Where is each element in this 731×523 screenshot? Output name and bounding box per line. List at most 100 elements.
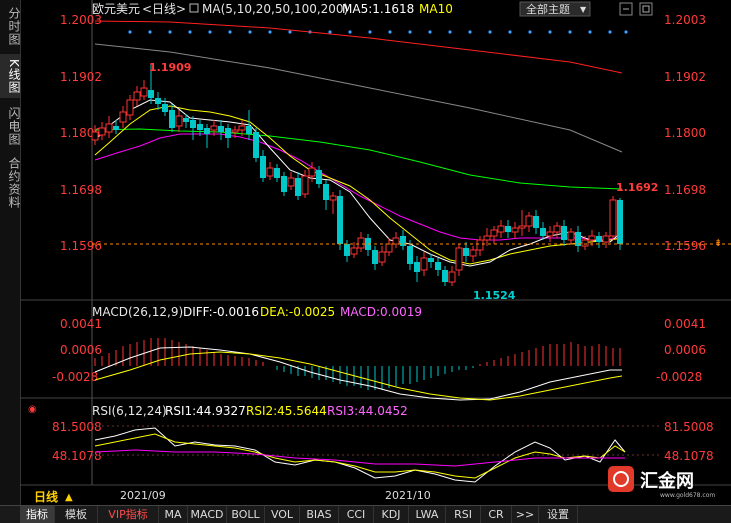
candle-body	[455, 247, 463, 271]
macd-axis-right-0: 0.0041	[664, 317, 706, 331]
candle-body	[238, 125, 246, 131]
ma10-value: MA10	[419, 2, 453, 16]
rsi-axis-left-1: 48.1078	[52, 449, 102, 463]
signal-dot	[588, 30, 592, 34]
more-tabs-button[interactable]: >>	[512, 506, 539, 523]
tab-indicators[interactable]: 指标	[20, 506, 55, 523]
last-price-marker-icon: ⇟	[714, 238, 722, 249]
rsi3-value: RSI3:44.0452	[327, 404, 408, 418]
candle-body	[372, 250, 378, 264]
rsi-axis-right-0: 81.5008	[664, 420, 714, 434]
tab-rsi[interactable]: RSI	[446, 506, 481, 523]
macd-axis-left-1: 0.0006	[60, 343, 102, 357]
candle-body	[210, 125, 218, 131]
tab-kline[interactable]: K线图	[0, 54, 21, 98]
macd-title: MACD(26,12,9)	[92, 305, 183, 319]
tab-timeshare[interactable]: 分时图	[0, 4, 21, 48]
candle-body	[476, 239, 484, 251]
tab-lwa[interactable]: LWA	[409, 506, 446, 523]
signal-dot	[528, 30, 532, 34]
tab-vip-indicators[interactable]: VIP指标	[98, 506, 159, 523]
signal-dot	[368, 30, 372, 34]
candle-body	[119, 111, 127, 123]
candle-body	[435, 262, 441, 270]
brand-logo: 汇金网 www.gold678.com	[608, 466, 715, 499]
tab-flash-chart[interactable]: 闪电图	[0, 104, 21, 148]
price-axis-left-4: 1.1596	[60, 239, 102, 253]
tab-ma[interactable]: MA	[159, 506, 188, 523]
tab-cci[interactable]: CCI	[339, 506, 374, 523]
candle-body	[91, 131, 99, 141]
candle-body	[295, 178, 301, 196]
theme-button-label: 全部主题	[526, 2, 570, 16]
candle-body	[469, 249, 477, 257]
rsi2-line	[94, 433, 626, 479]
signal-dot	[348, 30, 352, 34]
candle-body	[428, 258, 434, 262]
signal-dot	[428, 30, 432, 34]
chevron-up-icon[interactable]: ▲	[65, 492, 73, 503]
candle-body	[175, 115, 183, 127]
tab-kdj[interactable]: KDJ	[374, 506, 409, 523]
signal-dot	[608, 30, 612, 34]
price-axis-right-0: 1.2003	[664, 13, 706, 27]
tab-vol[interactable]: VOL	[265, 506, 300, 523]
candle-body	[323, 184, 329, 200]
candle-body	[525, 215, 533, 227]
period-selector[interactable]: 日线	[34, 489, 58, 504]
macd-diff: DIFF:-0.0016	[183, 305, 259, 319]
candle-body	[246, 126, 252, 134]
tab-cr[interactable]: CR	[481, 506, 512, 523]
chart-canvas: 欧元美元 <日线> MA(5,10,20,50,100,200) MA5:1.1…	[20, 0, 731, 504]
tab-templates[interactable]: 模板	[55, 506, 98, 523]
candle-body	[197, 124, 203, 130]
candle-body	[588, 235, 596, 241]
maximize-icon[interactable]	[639, 2, 653, 16]
signal-dot	[268, 30, 272, 34]
chart-area: 欧元美元 <日线> MA(5,10,20,50,100,200) MA5:1.1…	[20, 0, 731, 505]
signal-dot	[408, 30, 412, 34]
macd-axis-right-2: -0.0028	[656, 370, 702, 384]
rsi1-value: RSI1:44.9327	[165, 404, 246, 418]
signal-dot	[288, 30, 292, 34]
candle-body	[126, 99, 134, 116]
signal-dot	[624, 30, 628, 34]
candle-body	[281, 176, 287, 192]
candle-body	[169, 110, 175, 128]
candle-body	[357, 237, 365, 249]
tab-boll[interactable]: BOLL	[227, 506, 265, 523]
macd-axis-left-2: -0.0028	[52, 370, 98, 384]
month-label-2: 2021/10	[385, 489, 431, 502]
tab-contract-info[interactable]: 合约资料	[0, 154, 21, 212]
candle-body	[596, 236, 602, 242]
price-axis-right-3: 1.1698	[664, 183, 706, 197]
rsi-settings-icon[interactable]: ◉	[28, 404, 37, 415]
rsi-title: RSI(6,12,24)	[92, 404, 167, 418]
candle-body	[511, 227, 519, 233]
candle-body	[581, 239, 589, 247]
settings-button[interactable]: 设置	[539, 506, 578, 523]
candle-body	[602, 235, 610, 243]
price-axis-left-0: 1.2003	[60, 13, 102, 27]
price-axis-left-3: 1.1698	[60, 183, 102, 197]
tab-bias[interactable]: BIAS	[300, 506, 339, 523]
candle-body	[540, 228, 546, 236]
candle-body	[442, 270, 448, 282]
candle-body	[140, 87, 148, 97]
signal-dot	[128, 30, 132, 34]
ma5-value: MA5:1.1618	[342, 2, 414, 16]
candle-body	[407, 246, 413, 264]
rsi-axis-left-0: 81.5008	[52, 420, 102, 434]
candle-body	[231, 129, 239, 133]
tab-macd[interactable]: MACD	[188, 506, 227, 523]
signal-dot	[228, 30, 232, 34]
candle-body	[546, 231, 554, 237]
ma-toggle-icon[interactable]	[189, 3, 199, 13]
candle-body	[162, 104, 168, 112]
ma20-line	[94, 133, 621, 241]
macd-dea: DEA:-0.0025	[260, 305, 335, 319]
candle-body	[463, 248, 469, 256]
candle-body	[260, 156, 266, 178]
candle-body	[385, 243, 393, 253]
candle-body	[316, 170, 322, 184]
